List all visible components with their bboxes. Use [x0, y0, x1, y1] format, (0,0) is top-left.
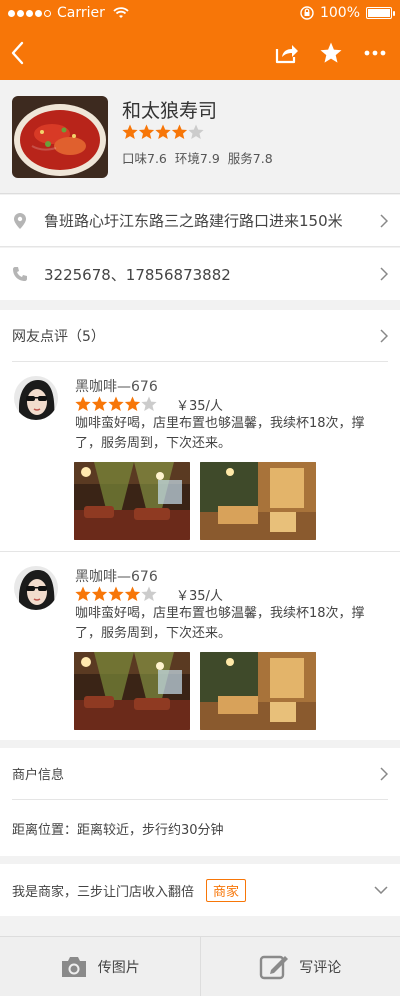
review-item[interactable]: 黑咖啡—676 ￥35/人 咖啡蛮好喝，店里布置也够温馨，我续杯18次，撑了，服…: [0, 552, 400, 742]
review-item[interactable]: 黑咖啡—676 ￥35/人 咖啡蛮好喝，店里布置也够温馨，我续杯18次，撑了，服…: [0, 362, 400, 552]
phone-text: 3225678、17856873882: [44, 265, 231, 284]
location-pin-icon: [12, 212, 28, 229]
review-username: 黑咖啡—676: [75, 569, 158, 585]
carrier-label: Carrier: [57, 5, 105, 21]
reviews-header[interactable]: 网友点评（5）: [12, 310, 388, 362]
battery-icon: [366, 7, 395, 19]
nav-bar: [0, 26, 400, 80]
signal-icon: [8, 9, 51, 17]
bottom-toolbar: 传图片 写评论: [0, 936, 400, 996]
score-environment: 环境7.9: [174, 151, 220, 166]
phone-row[interactable]: 3225678、17856873882: [0, 248, 400, 300]
star-icon: [141, 586, 157, 601]
review-price: ￥35/人: [176, 589, 223, 604]
status-bar: Carrier 100%: [0, 0, 400, 26]
star-icon: [91, 396, 108, 411]
chevron-right-icon: [380, 213, 388, 228]
star-icon: [155, 124, 171, 139]
phone-icon: [12, 266, 28, 282]
star-icon: [122, 124, 138, 139]
upload-photo-button[interactable]: 传图片: [0, 937, 200, 996]
chevron-right-icon: [380, 766, 388, 781]
favorite-button[interactable]: [316, 38, 346, 68]
star-icon: [188, 124, 204, 139]
back-button[interactable]: [10, 38, 40, 68]
edit-icon: [260, 955, 289, 979]
address-row[interactable]: 鲁班路心圩江东路三之路建行路口进来150米: [0, 195, 400, 247]
star-icon: [124, 396, 141, 411]
star-icon: [75, 586, 91, 601]
star-icon: [141, 396, 157, 411]
chevron-left-icon: [11, 41, 24, 65]
more-icon: [364, 50, 386, 56]
merchant-claim-text: 我是商家，三步让门店收入翻倍: [12, 884, 195, 900]
review-photo[interactable]: [74, 462, 190, 540]
star-icon: [108, 586, 124, 601]
share-icon: [275, 45, 298, 64]
camera-icon: [61, 956, 86, 977]
share-button[interactable]: [272, 38, 302, 68]
merchant-info-section: 商户信息 距离位置：距离较近，步行约30分钟: [0, 748, 400, 856]
upload-photo-label: 传图片: [97, 959, 140, 976]
shop-rating-stars: [122, 124, 204, 139]
write-review-button[interactable]: 写评论: [201, 937, 400, 996]
review-price: ￥35/人: [176, 399, 223, 414]
shop-scores: 口味7.6 环境7.9 服务7.8: [122, 148, 273, 167]
review-text: 咖啡蛮好喝，店里布置也够温馨，我续杯18次，撑了，服务周到，下次还来。: [75, 606, 365, 641]
orientation-lock-icon: [300, 6, 314, 20]
chevron-right-icon: [380, 328, 388, 343]
score-taste: 口味7.6: [122, 151, 167, 166]
star-icon: [171, 124, 188, 139]
header: Carrier 100%: [0, 0, 400, 80]
star-icon: [75, 396, 91, 411]
shop-name: 和太狼寿司: [122, 100, 218, 122]
star-icon: [108, 396, 124, 411]
score-service: 服务7.8: [227, 151, 273, 166]
reviews-section: 网友点评（5） 黑咖啡—676 ￥35/人 咖啡蛮好喝，店里布置也够温馨，我续杯…: [0, 310, 400, 740]
star-icon: [91, 586, 108, 601]
merchant-info-label: 商户信息: [12, 768, 65, 783]
more-button[interactable]: [360, 38, 390, 68]
wifi-icon: [113, 7, 129, 18]
review-text: 咖啡蛮好喝，店里布置也够温馨，我续杯18次，撑了，服务周到，下次还来。: [75, 416, 365, 451]
review-photo[interactable]: [200, 652, 316, 730]
review-rating-stars: [75, 586, 157, 601]
reviews-title: 网友点评（5）: [12, 328, 105, 345]
avatar[interactable]: [14, 566, 58, 610]
chevron-right-icon: [380, 267, 388, 281]
distance-text: 距离位置：距离较近，步行约30分钟: [12, 822, 224, 838]
star-icon: [320, 42, 342, 63]
star-icon: [138, 124, 155, 139]
write-review-label: 写评论: [299, 959, 342, 976]
review-username: 黑咖啡—676: [75, 379, 158, 395]
address-text: 鲁班路心圩江东路三之路建行路口进来150米: [44, 212, 343, 230]
merchant-info-row[interactable]: 商户信息: [12, 748, 388, 800]
review-photo[interactable]: [200, 462, 316, 540]
shop-thumbnail[interactable]: [12, 96, 108, 178]
distance-row: 距离位置：距离较近，步行约30分钟: [12, 800, 388, 856]
merchant-claim-row[interactable]: 我是商家，三步让门店收入翻倍 商家: [0, 864, 400, 916]
review-photo[interactable]: [74, 652, 190, 730]
shop-summary: 和太狼寿司 口味7.6 环境7.9 服务7.8: [0, 80, 400, 194]
star-icon: [124, 586, 141, 601]
chevron-down-icon: [374, 886, 388, 894]
merchant-badge[interactable]: 商家: [206, 878, 247, 902]
review-rating-stars: [75, 396, 157, 411]
battery-percent: 100%: [319, 5, 360, 21]
avatar[interactable]: [14, 376, 58, 420]
